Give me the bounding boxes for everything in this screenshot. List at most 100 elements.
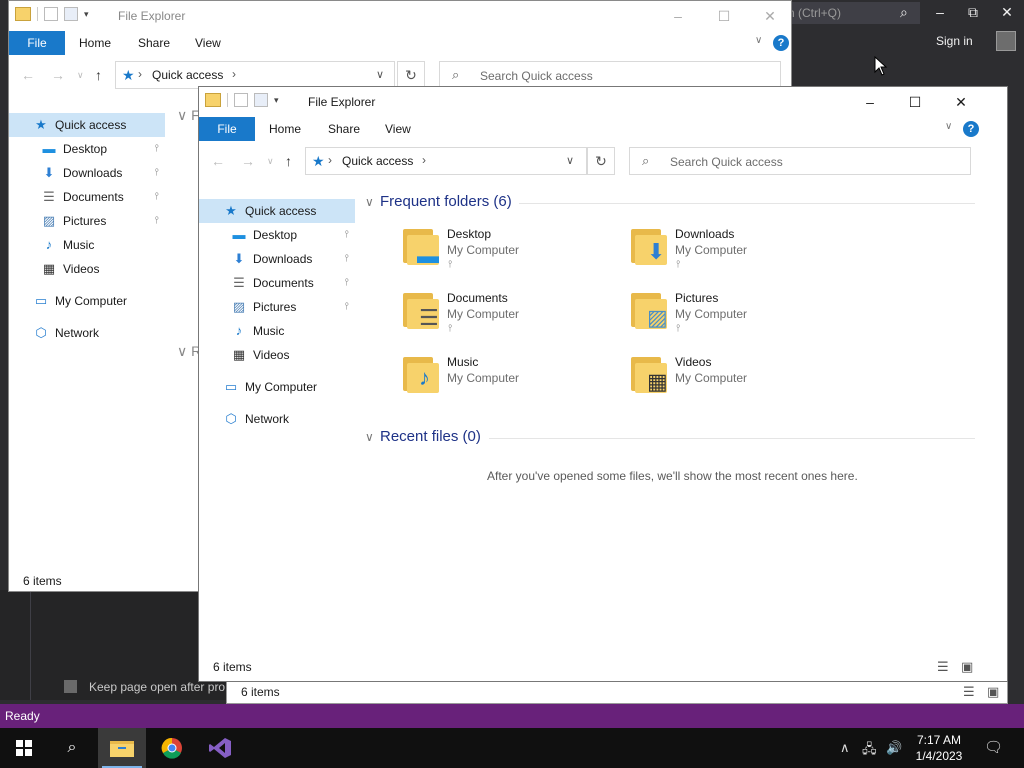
network-tray-icon[interactable]: 🖧 xyxy=(862,740,877,762)
forward-arrow-icon[interactable]: → xyxy=(51,67,65,83)
maximize-button[interactable]: ☐ xyxy=(701,1,747,31)
refresh-button[interactable]: ↻ xyxy=(587,147,615,175)
sidebar-item-downloads[interactable]: ⬇ Downloads ⫯ xyxy=(199,247,355,271)
sidebar-item-videos[interactable]: ▦ Videos xyxy=(199,343,355,367)
sidebar-item-downloads[interactable]: ⬇ Downloads ⫯ xyxy=(9,161,165,185)
properties-icon[interactable] xyxy=(234,93,248,107)
avatar[interactable] xyxy=(996,31,1016,51)
up-arrow-icon[interactable]: ↑ xyxy=(285,153,292,169)
address-bar[interactable]: ★ › Quick access › ∨ xyxy=(115,61,395,89)
pin-icon[interactable]: ⫯ xyxy=(345,295,349,319)
sidebar-item-pictures[interactable]: ▨ Pictures ⫯ xyxy=(199,295,355,319)
forward-arrow-icon[interactable]: → xyxy=(241,153,255,169)
sidebar-item-my-computer[interactable]: ▭ My Computer xyxy=(199,375,355,399)
pin-icon[interactable]: ⫯ xyxy=(155,137,159,161)
breadcrumb-chevron-icon[interactable]: › xyxy=(138,67,142,81)
refresh-button[interactable]: ↻ xyxy=(397,61,425,89)
details-view-icon[interactable]: ☰ xyxy=(963,684,975,700)
section-toggle-frequent[interactable]: ∨ F xyxy=(177,107,200,124)
sidebar-item-quick-access[interactable]: ★ Quick access xyxy=(9,113,165,137)
folder-name[interactable]: Pictures xyxy=(675,291,718,305)
maximize-button[interactable]: ☐ xyxy=(892,87,938,117)
minimize-button[interactable]: – xyxy=(655,1,701,31)
properties-icon[interactable] xyxy=(44,7,58,21)
desktop-folder-icon[interactable]: ▬ xyxy=(401,225,441,267)
sidebar-item-quick-access[interactable]: ★ Quick access xyxy=(199,199,355,223)
tab-file[interactable]: File xyxy=(199,117,255,141)
documents-folder-icon[interactable]: ☰ xyxy=(401,289,441,329)
expand-ribbon-icon[interactable]: ∨ xyxy=(945,121,952,132)
vs-close-button[interactable]: ✕ xyxy=(995,4,1019,21)
folder-name[interactable]: Music xyxy=(447,355,478,369)
show-hidden-icons-icon[interactable]: ∧ xyxy=(840,740,850,756)
sidebar-item-desktop[interactable]: ▬ Desktop ⫯ xyxy=(199,223,355,247)
pin-icon[interactable]: ⫯ xyxy=(345,271,349,295)
sidebar-item-videos[interactable]: ▦ Videos xyxy=(9,257,165,281)
search-icon[interactable]: ⌕ xyxy=(900,4,908,21)
taskbar-visual-studio[interactable] xyxy=(196,728,244,768)
vs-sign-in-link[interactable]: Sign in xyxy=(936,34,973,48)
sidebar-item-documents[interactable]: ☰ Documents ⫯ xyxy=(199,271,355,295)
address-bar[interactable]: ★ › Quick access › ∨ xyxy=(305,147,587,175)
minimize-button[interactable]: – xyxy=(847,87,893,117)
vs-quick-launch-input[interactable]: n (Ctrl+Q) xyxy=(780,2,920,24)
sidebar-item-documents[interactable]: ☰ Documents ⫯ xyxy=(9,185,165,209)
file-explorer-icon[interactable] xyxy=(205,93,221,107)
volume-icon[interactable]: 🔊 xyxy=(886,740,902,756)
section-frequent-folders[interactable]: Frequent folders (6) xyxy=(380,193,512,210)
large-icons-view-icon[interactable]: ▣ xyxy=(987,684,999,700)
pin-icon[interactable]: ⫯ xyxy=(155,209,159,233)
pin-icon[interactable]: ⫯ xyxy=(155,185,159,209)
tab-view[interactable]: View xyxy=(195,31,221,55)
tab-file[interactable]: File xyxy=(9,31,65,55)
vs-restore-button[interactable]: ⧉ xyxy=(961,4,985,21)
breadcrumb-chevron-icon[interactable]: › xyxy=(422,153,426,167)
folder-name[interactable]: Desktop xyxy=(447,227,491,241)
tab-share[interactable]: Share xyxy=(328,117,360,141)
new-folder-icon[interactable] xyxy=(254,93,268,107)
folder-name[interactable]: Videos xyxy=(675,355,711,369)
collapse-frequent-icon[interactable]: ∨ xyxy=(365,195,374,209)
taskbar-clock[interactable]: 7:17 AM 1/4/2023 xyxy=(904,732,974,764)
checkbox-icon[interactable] xyxy=(64,680,77,693)
pictures-folder-icon[interactable]: ▨ xyxy=(629,289,669,329)
large-icons-view-icon[interactable]: ▣ xyxy=(961,659,973,675)
back-arrow-icon[interactable]: ← xyxy=(211,153,225,169)
help-icon[interactable]: ? xyxy=(773,35,789,51)
pin-icon[interactable]: ⫯ xyxy=(155,161,159,185)
sidebar-item-network[interactable]: ⬡ Network xyxy=(9,321,165,345)
close-button[interactable]: ✕ xyxy=(938,87,984,117)
address-dropdown-icon[interactable]: ∨ xyxy=(566,154,574,167)
sidebar-item-music[interactable]: ♪ Music xyxy=(9,233,165,257)
tab-share[interactable]: Share xyxy=(138,31,170,55)
action-center-icon[interactable]: 🗨 xyxy=(984,738,1003,756)
search-input[interactable]: ⌕ Search Quick access xyxy=(439,61,781,89)
tab-home[interactable]: Home xyxy=(79,31,111,55)
new-folder-icon[interactable] xyxy=(64,7,78,21)
file-explorer-window-front[interactable]: ▾ File Explorer – ☐ ✕ File Home Share Vi… xyxy=(198,86,1008,682)
recent-locations-icon[interactable]: ∨ xyxy=(267,156,274,167)
breadcrumb-chevron-icon[interactable]: › xyxy=(328,153,332,167)
taskbar-chrome[interactable] xyxy=(148,728,196,768)
collapse-recent-icon[interactable]: ∨ xyxy=(365,430,374,444)
breadcrumb-chevron-icon[interactable]: › xyxy=(232,67,236,81)
sidebar-item-music[interactable]: ♪ Music xyxy=(199,319,355,343)
file-explorer-icon[interactable] xyxy=(15,7,31,21)
title-bar[interactable]: ▾ File Explorer – ☐ ✕ xyxy=(199,87,1007,117)
music-folder-icon[interactable]: ♪ xyxy=(401,353,441,393)
recent-locations-icon[interactable]: ∨ xyxy=(77,70,84,81)
videos-folder-icon[interactable]: ▦ xyxy=(629,353,669,393)
customize-toolbar-icon[interactable]: ▾ xyxy=(274,95,279,106)
section-recent-files[interactable]: Recent files (0) xyxy=(380,428,481,445)
folder-name[interactable]: Downloads xyxy=(675,227,734,241)
help-icon[interactable]: ? xyxy=(963,121,979,137)
vs-keep-page-open-checkbox[interactable]: Keep page open after pro xyxy=(64,680,225,694)
folder-name[interactable]: Documents xyxy=(447,291,508,305)
sidebar-item-network[interactable]: ⬡ Network xyxy=(199,407,355,431)
details-view-icon[interactable]: ☰ xyxy=(937,659,949,675)
address-dropdown-icon[interactable]: ∨ xyxy=(376,68,384,81)
downloads-folder-icon[interactable]: ⬇ xyxy=(629,225,669,265)
pin-icon[interactable]: ⫯ xyxy=(345,223,349,247)
sidebar-item-pictures[interactable]: ▨ Pictures ⫯ xyxy=(9,209,165,233)
sidebar-item-desktop[interactable]: ▬ Desktop ⫯ xyxy=(9,137,165,161)
